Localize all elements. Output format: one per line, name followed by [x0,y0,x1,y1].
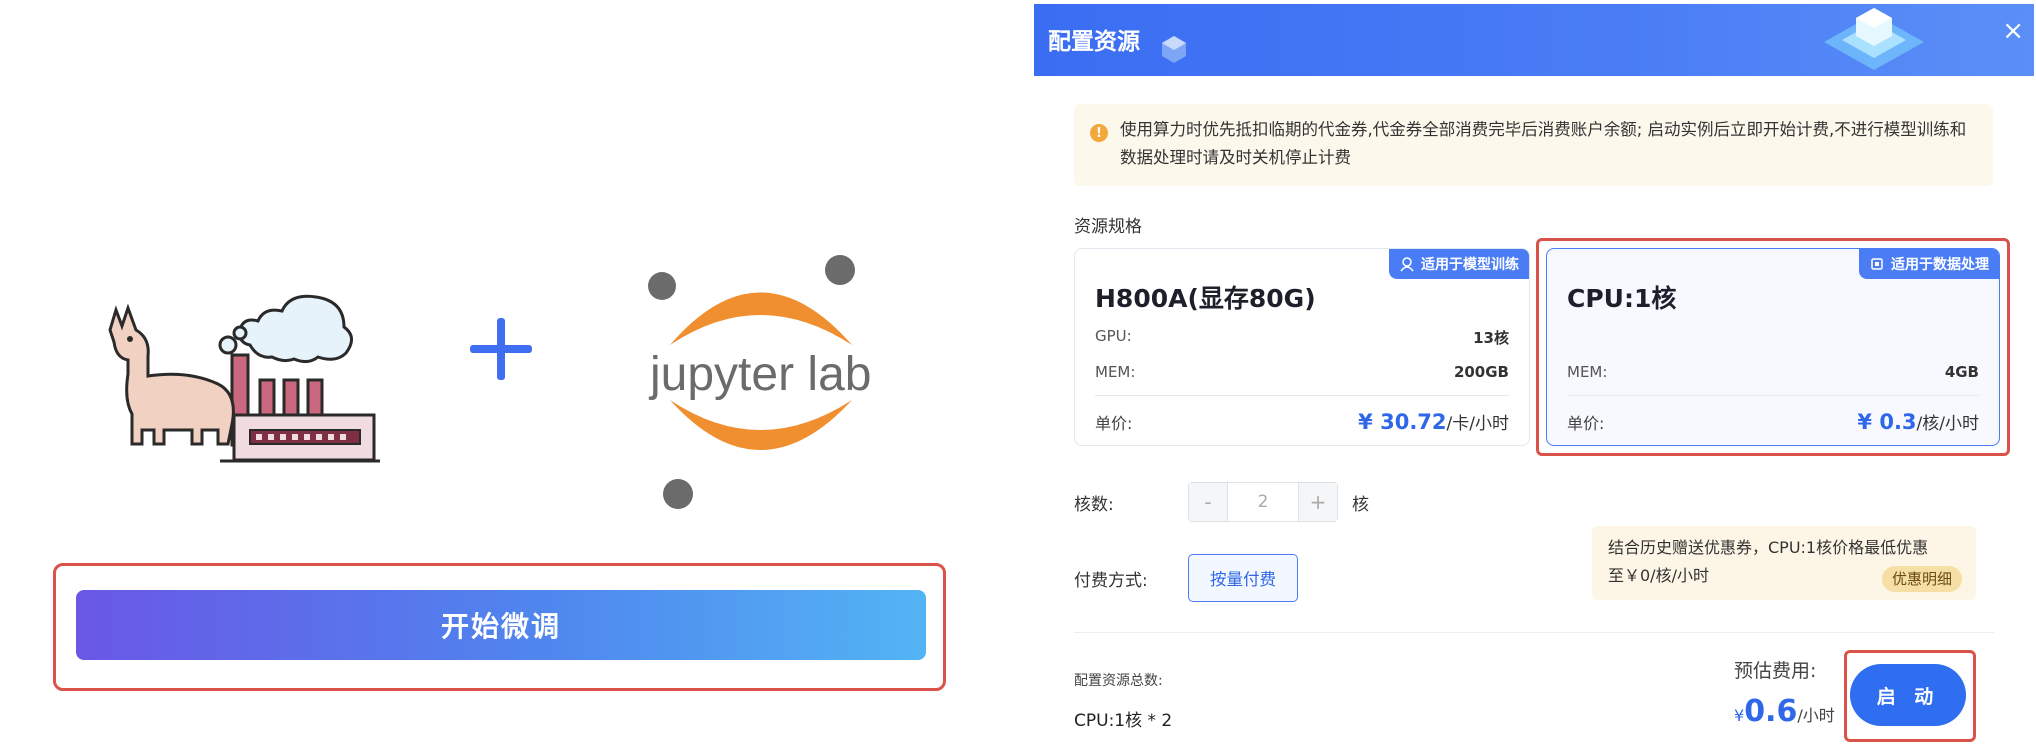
price-currency: ¥ [1358,410,1381,434]
left-panel: jupyter lab 开始微调 [0,0,1000,748]
gpu-label: GPU: [1095,327,1132,345]
plus-icon [470,318,532,380]
launch-button-area: 启 动 [1844,650,1976,742]
mem-row: MEM: 200GB [1095,363,1509,381]
mem-value: 200GB [1453,363,1509,381]
promo-line-1: 结合历史赠送优惠券，CPU:1核价格最低优惠 [1608,538,1929,557]
llama-factory-logo [108,294,380,463]
dialog-header: 配置资源 × [1034,4,2034,76]
spec-card-h800a[interactable]: 适用于模型训练 H800A(显存80G) GPU: 13核 MEM: 200GB… [1074,248,1530,446]
price-value: 30.72 [1380,410,1447,434]
decrement-button[interactable]: - [1189,483,1227,521]
gpu-value: 13核 [1473,329,1509,347]
estimate-price: ¥ 0.6 /小时 [1734,694,1835,729]
price: ¥ 30.72/卡/小时 [1358,409,1509,434]
cores-stepper: - 2 + [1188,482,1338,522]
cpu-card-highlight [1536,238,2010,456]
card-tag-label: 适用于模型训练 [1421,257,1519,273]
cube-decoration-icon [1162,36,1186,63]
gpu-row: GPU: 13核 [1095,327,1509,348]
jupyter-lab-logo: jupyter lab [648,255,871,509]
estimate-label: 预估费用: [1734,660,1817,682]
cores-unit: 核 [1352,495,1369,515]
chip-decoration-icon [1824,8,1924,70]
card-tag-training: 适用于模型训练 [1389,249,1529,279]
dialog-title: 配置资源 [1048,29,1140,55]
promo-banner: 结合历史赠送优惠券，CPU:1核价格最低优惠 至￥0/核/小时 优惠明细 [1592,526,1976,600]
spec-label: 资源规格 [1074,217,1142,237]
notice-banner: ! 使用算力时优先抵扣临期的代金券,代金券全部消费完毕后消费账户余额; 启动实例… [1074,104,1993,186]
start-finetune-button[interactable]: 开始微调 [76,590,926,660]
card-divider [1095,395,1509,396]
brain-icon [1400,257,1414,272]
pay-as-you-go-button[interactable]: 按量付费 [1188,554,1298,602]
cores-input[interactable]: 2 [1227,483,1299,521]
total-value: CPU:1核 * 2 [1074,711,1173,731]
estimate-unit: /小时 [1797,706,1835,725]
mem-label: MEM: [1095,363,1136,381]
jupyter-lab-wordmark: jupyter lab [648,348,871,401]
cores-label: 核数: [1074,495,1114,515]
promo-detail-button[interactable]: 优惠明细 [1881,566,1962,592]
card-title: H800A(显存80G) [1095,284,1316,313]
start-button-highlight: 开始微调 [53,563,946,691]
config-resource-dialog: 配置资源 × ! 使用算力时优先抵扣临期的代金券,代金券全部消费完毕后消费账户余… [1034,4,2034,748]
notice-text: 使用算力时优先抵扣临期的代金券,代金券全部消费完毕后消费账户余额; 启动实例后立… [1120,120,1967,167]
estimate-value: 0.6 [1744,694,1798,729]
price-row: 单价: ¥ 30.72/卡/小时 [1095,409,1509,434]
footer-divider [1074,632,1994,633]
price-unit: /卡/小时 [1446,414,1509,434]
close-icon[interactable]: × [2002,16,2024,46]
pay-label: 付费方式: [1074,571,1148,591]
price-label: 单价: [1095,414,1133,433]
total-label: 配置资源总数: [1074,673,1163,689]
launch-button[interactable]: 启 动 [1850,664,1966,726]
increment-button[interactable]: + [1299,483,1337,521]
warning-icon: ! [1090,124,1108,142]
estimate-currency: ¥ [1734,706,1745,725]
